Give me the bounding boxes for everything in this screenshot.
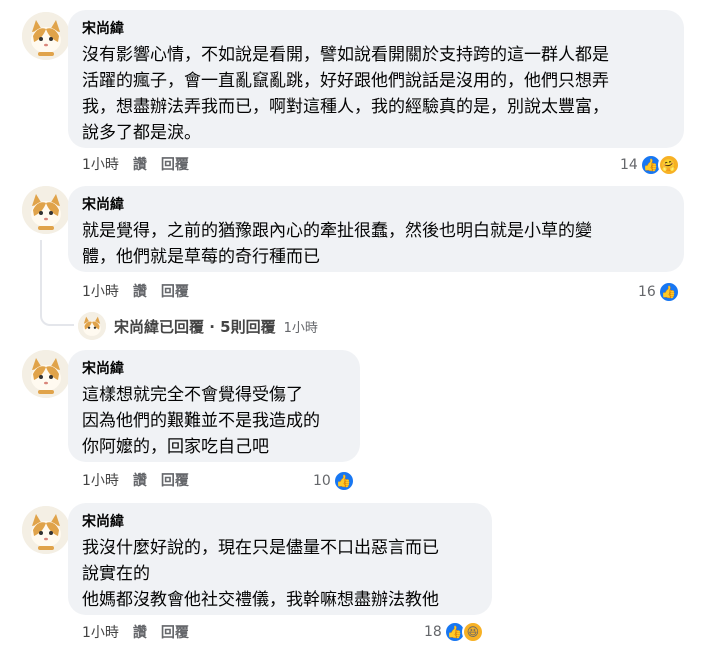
reply-button[interactable]: 回覆 (161, 283, 189, 301)
like-reaction-icon: 👍 (332, 470, 355, 492)
avatar[interactable] (22, 506, 70, 554)
comment-text-line: 你阿嬤的，回家吃自己吧 (82, 437, 269, 457)
reaction-count: 18 (424, 624, 442, 640)
comment-author[interactable]: 宋尚緯 (82, 20, 670, 38)
cat-avatar-icon (22, 186, 70, 234)
comment-bubble: 宋尚緯 我沒什麼好說的，現在只是儘量不口出惡言而已 說實在的 他媽都沒教會他社交… (68, 503, 492, 615)
reaction-count: 14 (620, 157, 638, 173)
comment-text-line: 他媽都沒教會他社交禮儀，我幹嘛想盡辦法教他 (82, 590, 439, 610)
like-button[interactable]: 讚 (133, 472, 147, 490)
avatar (78, 312, 106, 340)
like-button[interactable]: 讚 (133, 283, 147, 301)
view-replies-link[interactable]: 宋尚緯已回覆 · 5則回覆 1小時 (78, 312, 318, 340)
comment-bubble: 宋尚緯 就是覺得，之前的猶豫跟內心的牽扯很蠢，然後也明白就是小草的變 體，他們就… (68, 186, 684, 272)
comment-text-line: 這樣想就完全不會覺得受傷了 (82, 385, 303, 405)
comment-author[interactable]: 宋尚緯 (82, 513, 478, 531)
cat-avatar-icon (22, 506, 70, 554)
comment-text-line: 說多了都是淚。 (82, 123, 201, 143)
avatar[interactable] (22, 12, 70, 60)
comment-actions: 1小時 讚 回覆 (82, 283, 189, 301)
comment-text-line: 沒有影響心情，不如說是看開，譬如說看開關於支持跨的這一群人都是 (82, 45, 609, 65)
comment-time[interactable]: 1小時 (82, 156, 119, 174)
care-reaction-icon: 🤗 (657, 154, 680, 176)
reaction-count: 16 (638, 284, 656, 300)
replies-summary-time: 1小時 (283, 320, 318, 336)
reaction-count: 10 (313, 473, 331, 489)
comment-text-line: 活躍的瘋子，會一直亂竄亂跳，好好跟他們說話是沒用的，他們只想弄 (82, 71, 609, 91)
reaction-summary[interactable]: 16 👍 (638, 281, 680, 303)
comment-text-line: 我，想盡辦法弄我而已，啊對這種人，我的經驗真的是，別說太豐富， (82, 97, 609, 117)
comment-bubble: 宋尚緯 這樣想就完全不會覺得受傷了 因為他們的艱難並不是我造成的 你阿嬤的，回家… (68, 350, 360, 462)
cat-avatar-icon (78, 312, 106, 340)
replies-summary-text: 宋尚緯已回覆 · 5則回覆 (114, 317, 276, 336)
comment-bubble: 宋尚緯 沒有影響心情，不如說是看開，譬如說看開關於支持跨的這一群人都是 活躍的瘋… (68, 10, 684, 148)
comment-author[interactable]: 宋尚緯 (82, 360, 346, 378)
like-button[interactable]: 讚 (133, 624, 147, 642)
cat-avatar-icon (22, 350, 70, 398)
comment-text-line: 因為他們的艱難並不是我造成的 (82, 411, 320, 431)
comment-actions: 1小時 讚 回覆 (82, 624, 189, 642)
reply-button[interactable]: 回覆 (161, 156, 189, 174)
comment-time[interactable]: 1小時 (82, 472, 119, 490)
comment-text-line: 說實在的 (82, 564, 150, 584)
reaction-summary[interactable]: 18 👍 😆 (424, 621, 484, 643)
thread-connector (40, 240, 74, 326)
comment-text-line: 體，他們就是草莓的奇行種而已 (82, 247, 320, 267)
reaction-summary[interactable]: 10 👍 (313, 470, 355, 492)
comment-actions: 1小時 讚 回覆 (82, 472, 189, 490)
avatar[interactable] (22, 186, 70, 234)
comment-text-line: 就是覺得，之前的猶豫跟內心的牽扯很蠢，然後也明白就是小草的變 (82, 221, 592, 241)
like-reaction-icon: 👍 (657, 281, 680, 303)
comment-time[interactable]: 1小時 (82, 283, 119, 301)
cat-avatar-icon (22, 12, 70, 60)
like-button[interactable]: 讚 (133, 156, 147, 174)
comment-text-line: 我沒什麼好說的，現在只是儘量不口出惡言而已 (82, 538, 439, 558)
haha-reaction-icon: 😆 (461, 621, 484, 643)
reply-button[interactable]: 回覆 (161, 472, 189, 490)
comment-actions: 1小時 讚 回覆 (82, 156, 189, 174)
comment-author[interactable]: 宋尚緯 (82, 196, 670, 214)
reaction-summary[interactable]: 14 👍 🤗 (620, 154, 680, 176)
reply-button[interactable]: 回覆 (161, 624, 189, 642)
comment-time[interactable]: 1小時 (82, 624, 119, 642)
avatar[interactable] (22, 350, 70, 398)
